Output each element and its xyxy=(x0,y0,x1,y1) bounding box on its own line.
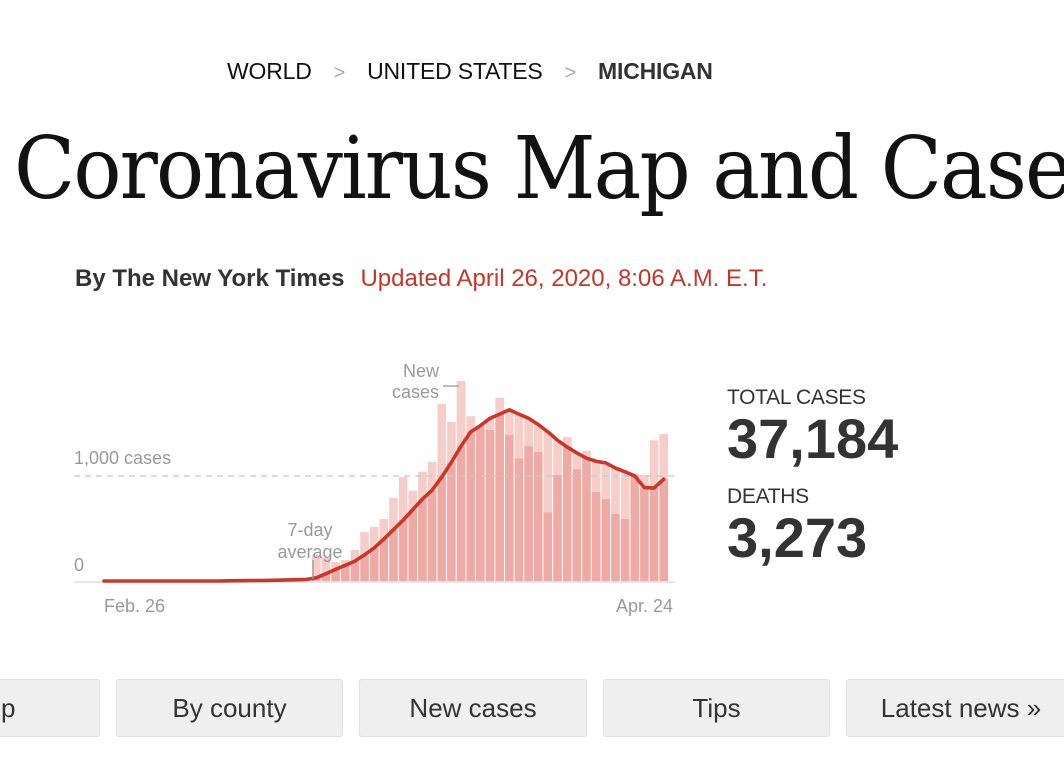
bar-shortfall xyxy=(553,440,562,475)
x-tick-label-start: Feb. 26 xyxy=(104,596,165,616)
bar xyxy=(389,529,398,581)
byline: By The New York Times Updated April 26, 2… xyxy=(75,265,767,293)
bar xyxy=(369,547,379,581)
bar-shortfall xyxy=(524,418,533,447)
bar xyxy=(562,447,572,581)
bar xyxy=(620,519,630,581)
bar xyxy=(524,446,533,581)
bar-excess xyxy=(398,477,408,521)
bar xyxy=(543,512,553,581)
bar xyxy=(572,469,582,581)
nav-button-new-cases[interactable]: New cases xyxy=(359,679,587,737)
bar-shortfall xyxy=(620,471,630,520)
stats-panel: TOTAL CASES 37,184 DEATHS 3,273 xyxy=(727,386,898,584)
bar-shortfall xyxy=(601,462,611,500)
annotation-7day-line2: average xyxy=(277,542,342,562)
breadcrumb-world[interactable]: WORLD xyxy=(227,58,312,84)
bar xyxy=(533,451,543,581)
deaths-value: 3,273 xyxy=(727,505,868,569)
bar xyxy=(495,414,504,581)
bars-group xyxy=(311,380,669,581)
bar xyxy=(447,462,456,581)
nav-button-by-county[interactable]: By county xyxy=(116,679,343,737)
nav-button-label: p xyxy=(1,692,16,723)
total-cases-value: 37,184 xyxy=(727,407,899,470)
bar xyxy=(408,509,418,581)
bar xyxy=(630,476,640,581)
section-nav: p By county New cases Tips Latest news » xyxy=(0,679,1064,739)
annotation-7day-line1: 7-day xyxy=(287,520,332,540)
bar xyxy=(379,539,389,581)
breadcrumb-michigan: MICHIGAN xyxy=(598,58,713,84)
bar-shortfall xyxy=(611,468,620,514)
bar xyxy=(640,487,649,581)
breadcrumb-separator: > xyxy=(564,62,577,84)
nav-button-map[interactable]: p xyxy=(0,679,100,737)
bar xyxy=(504,435,514,581)
bar xyxy=(456,446,466,581)
nav-button-label: Tips xyxy=(692,692,741,723)
breadcrumb-united-states[interactable]: UNITED STATES xyxy=(367,58,543,84)
bar xyxy=(427,490,437,581)
bar-shortfall xyxy=(514,414,524,459)
breadcrumb-separator: > xyxy=(333,62,346,84)
annotation-new-cases-line2: cases xyxy=(392,382,439,402)
nav-button-tips[interactable]: Tips xyxy=(603,679,830,737)
nav-button-label: Latest news » xyxy=(880,692,1042,723)
bar xyxy=(591,491,601,581)
updated-timestamp: Updated April 26, 2020, 8:06 A.M. E.T. xyxy=(360,265,768,292)
bar-shortfall xyxy=(504,409,514,436)
bar xyxy=(485,429,495,581)
y-tick-label-0: 0 xyxy=(74,555,84,575)
bar-excess xyxy=(659,434,669,480)
bar xyxy=(649,488,659,581)
y-tick-label-1000: 1,000 cases xyxy=(74,448,171,468)
nav-button-label: New cases xyxy=(409,692,537,723)
nav-button-label: By county xyxy=(172,692,287,723)
bar-shortfall xyxy=(543,431,553,513)
page-title: Coronavirus Map and Case xyxy=(14,119,1064,219)
bar xyxy=(611,513,620,581)
bar xyxy=(418,499,427,581)
bar xyxy=(476,425,485,581)
bar xyxy=(659,479,669,581)
breadcrumb: WORLD > UNITED STATES > MICHIGAN xyxy=(227,58,713,85)
nav-button-latest-news[interactable]: Latest news » xyxy=(846,679,1064,737)
annotation-new-cases-line1: New xyxy=(403,361,440,381)
bar xyxy=(466,431,476,581)
bar xyxy=(437,477,447,581)
byline-author: By The New York Times xyxy=(75,265,345,292)
bar xyxy=(398,520,408,581)
bar-excess xyxy=(649,440,659,489)
bar-excess xyxy=(456,380,466,447)
bar xyxy=(601,499,611,581)
bar xyxy=(553,474,562,581)
x-tick-label-end: Apr. 24 xyxy=(616,596,673,616)
bar-excess xyxy=(437,404,447,478)
new-cases-chart: 1,000 cases 0 Feb. 26 Apr. 24 New cases … xyxy=(74,361,675,616)
